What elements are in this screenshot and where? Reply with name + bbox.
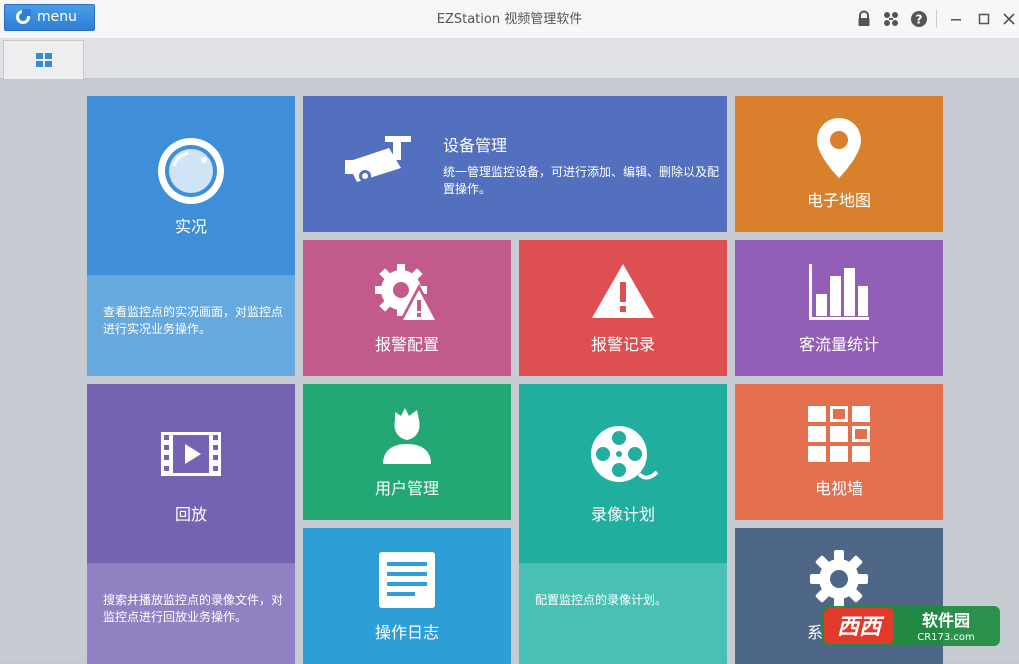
bar-chart-icon	[809, 264, 869, 320]
gear-warning-icon	[375, 264, 439, 322]
tile-traffic-title: 客流量统计	[798, 335, 879, 354]
tile-record-plan[interactable]: 录像计划 配置监控点的录像计划。	[519, 384, 727, 664]
maximize-icon[interactable]	[975, 10, 993, 28]
tiles-icon	[36, 53, 52, 67]
help-icon[interactable]: ?	[910, 10, 928, 28]
tile-e-map-title: 电子地图	[806, 191, 871, 210]
tab-strip	[0, 38, 1019, 80]
home-tiles-area: 实况 查看监控点的实况画面，对监控点进行实况业务操作。 设备管理 统一管理监控设…	[0, 79, 1019, 664]
svg-text:?: ?	[916, 13, 923, 27]
camera-lens-icon	[158, 138, 224, 204]
tile-playback-title: 回放	[174, 505, 207, 524]
tile-operation-logs[interactable]: 操作日志	[303, 528, 511, 664]
tab-home[interactable]	[3, 40, 84, 80]
document-log-icon	[379, 552, 435, 608]
gear-icon	[810, 550, 868, 608]
network-icon[interactable]	[882, 10, 900, 28]
tile-record-plan-title: 录像计划	[590, 505, 655, 524]
tile-e-map[interactable]: 电子地图	[735, 96, 943, 232]
tile-alarm-config-title: 报警配置	[374, 335, 439, 354]
tile-user-management[interactable]: 用户管理	[303, 384, 511, 520]
svg-text:西西: 西西	[837, 615, 885, 640]
svg-text:CR173.com: CR173.com	[917, 632, 975, 643]
tile-users-title: 用户管理	[374, 479, 439, 498]
tile-device-desc: 统一管理监控设备，可进行添加、编辑、删除以及配置操作。	[443, 165, 720, 196]
video-film-icon	[161, 432, 221, 476]
minimize-icon[interactable]	[947, 10, 965, 28]
tile-live-title: 实况	[174, 217, 207, 236]
film-reel-icon	[591, 426, 659, 482]
site-watermark-logo: 西西 软件园 CR173.com	[822, 606, 1000, 646]
titlebar-separator	[936, 10, 937, 28]
user-icon	[383, 408, 431, 464]
tile-alarm-record[interactable]: 报警记录	[519, 240, 727, 376]
tile-playback[interactable]: 回放 搜索并播放监控点的录像文件，对监控点进行回放业务操作。	[87, 384, 295, 664]
tile-live[interactable]: 实况 查看监控点的实况画面，对监控点进行实况业务操作。	[87, 96, 295, 376]
svg-text:软件园: 软件园	[922, 611, 970, 630]
tv-wall-icon	[808, 406, 870, 462]
tile-tv-wall-title: 电视墙	[814, 479, 863, 498]
tile-record-plan-desc: 配置监控点的录像计划。	[535, 593, 668, 607]
tile-device-management[interactable]: 设备管理 统一管理监控设备，可进行添加、编辑、删除以及配置操作。	[303, 96, 727, 232]
surveillance-camera-icon	[345, 136, 411, 182]
map-pin-icon	[817, 118, 861, 178]
tile-live-desc: 查看监控点的实况画面，对监控点进行实况业务操作。	[103, 305, 284, 336]
title-bar: menu EZStation 视频管理软件 ?	[0, 0, 1019, 39]
warning-icon	[592, 264, 654, 318]
tile-alarm-record-title: 报警记录	[590, 335, 655, 354]
tile-tv-wall[interactable]: 电视墙	[735, 384, 943, 520]
close-icon[interactable]	[1000, 10, 1018, 28]
tile-logs-title: 操作日志	[374, 623, 439, 642]
tile-traffic-statistics[interactable]: 客流量统计	[735, 240, 943, 376]
tile-alarm-config[interactable]: 报警配置	[303, 240, 511, 376]
tile-device-title: 设备管理	[443, 136, 508, 155]
tile-playback-desc: 搜索并播放监控点的录像文件，对监控点进行回放业务操作。	[103, 593, 284, 624]
lock-icon[interactable]	[855, 10, 873, 28]
